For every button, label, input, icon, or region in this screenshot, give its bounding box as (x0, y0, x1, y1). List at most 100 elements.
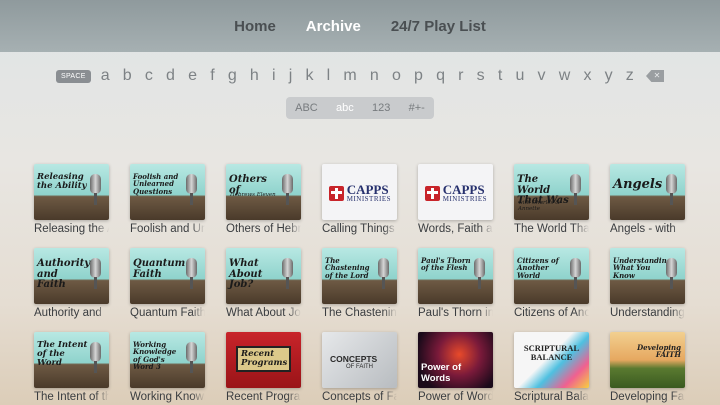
program-tile[interactable]: The Intent of the Word The Intent of the… (34, 332, 109, 403)
program-grid: Releasing the Ability Releasing the Abil… (34, 164, 686, 403)
program-title: Angels - with (610, 223, 676, 235)
key-m[interactable]: m (343, 67, 356, 85)
microphone-icon (282, 174, 293, 205)
program-tile[interactable]: What About Job? What About Job (226, 248, 301, 319)
key-u[interactable]: u (515, 67, 524, 85)
program-tile[interactable]: Recent Programs Recent Programs (226, 332, 301, 403)
program-tile[interactable]: Authority and Faith Authority and (34, 248, 109, 319)
program-thumbnail: CAPPS MINISTRIES (418, 164, 493, 220)
program-title: Citizens of Another World (514, 307, 589, 319)
program-thumbnail: Developing FAITH (610, 332, 685, 388)
key-n[interactable]: n (370, 67, 379, 85)
mode-lowercase[interactable]: abc (336, 102, 354, 114)
key-l[interactable]: l (327, 67, 331, 85)
program-title: Developing Faith (610, 391, 685, 403)
mode-symbols[interactable]: #+- (409, 102, 425, 114)
key-c[interactable]: c (145, 67, 153, 85)
microphone-icon (186, 174, 197, 205)
program-thumbnail: Power of Words (418, 332, 493, 388)
program-tile[interactable]: CAPPS MINISTRIES Words, Faith a (418, 164, 493, 235)
key-e[interactable]: e (188, 67, 197, 85)
program-tile[interactable]: Working Knowledge of God's Word 3 Workin… (130, 332, 205, 403)
thumbnail-title: Quantum Faith (133, 258, 186, 280)
thumbnail-subtitle: Hebrews Eleven (230, 192, 276, 198)
program-title: Recent Programs (226, 391, 301, 403)
program-title: Words, Faith a (418, 223, 493, 235)
key-i[interactable]: i (272, 67, 276, 85)
microphone-icon (186, 258, 197, 289)
program-tile[interactable]: Paul's Thorn of the Flesh Paul's Thorn i… (418, 248, 493, 319)
key-y[interactable]: y (605, 67, 613, 85)
key-t[interactable]: t (498, 67, 502, 85)
program-tile[interactable]: Quantum Faith Quantum Faith (130, 248, 205, 319)
letter-row: a b c d e f g h i j k l m n o p q r s t … (97, 67, 638, 85)
tab-archive[interactable]: Archive (306, 18, 361, 35)
key-r[interactable]: r (458, 67, 463, 85)
program-tile[interactable]: Releasing the Ability Releasing the Abil… (34, 164, 109, 235)
key-v[interactable]: v (538, 67, 546, 85)
key-a[interactable]: a (101, 67, 110, 85)
thumbnail-title: Understanding What You Know (613, 256, 672, 280)
key-f[interactable]: f (210, 67, 214, 85)
program-title: Understanding (610, 307, 685, 319)
thumbnail-title: Angels (613, 177, 663, 192)
key-d[interactable]: d (166, 67, 175, 85)
program-tile[interactable]: CONCEPTS OF FAITH Concepts of Faith (322, 332, 397, 403)
program-tile[interactable]: Angels Angels - with (610, 164, 685, 235)
key-b[interactable]: b (123, 67, 132, 85)
program-title: Foolish and Unlearned Questions (130, 223, 205, 235)
keyboard-mode-selector: ABC abc 123 #+- (286, 97, 434, 119)
key-g[interactable]: g (228, 67, 237, 85)
mode-numbers[interactable]: 123 (372, 102, 390, 114)
microphone-icon (378, 258, 389, 289)
program-tile[interactable]: CAPPS MINISTRIES Calling Things (322, 164, 397, 235)
tab-home[interactable]: Home (234, 18, 276, 35)
program-title: What About Job (226, 307, 301, 319)
program-thumbnail: CAPPS MINISTRIES (322, 164, 397, 220)
key-o[interactable]: o (392, 67, 401, 85)
key-q[interactable]: q (436, 67, 445, 85)
key-s[interactable]: s (477, 67, 485, 85)
program-tile[interactable]: Citizens of Another World Citizens of An… (514, 248, 589, 319)
key-k[interactable]: k (305, 67, 313, 85)
microphone-icon (570, 174, 581, 205)
key-h[interactable]: h (250, 67, 259, 85)
thumbnail-title: What About Job? (229, 258, 263, 290)
program-title: Concepts of Faith (322, 391, 397, 403)
key-w[interactable]: w (559, 67, 571, 85)
capps-ministries-logo: CAPPS MINISTRIES (329, 182, 391, 204)
thumbnail-title: The Intent of the Word (37, 340, 88, 368)
backspace-icon[interactable]: ✕ (646, 70, 664, 82)
microphone-icon (666, 258, 677, 289)
program-tile[interactable]: Power of Words Power of Words (418, 332, 493, 403)
program-title: The Intent of the Word (34, 391, 109, 403)
program-tile[interactable]: The World That Was with Charles & Annett… (514, 164, 589, 235)
microphone-icon (90, 342, 101, 373)
program-tile[interactable]: Developing FAITH Developing Faith (610, 332, 685, 403)
thumbnail-subtitle: OF FAITH (346, 364, 373, 370)
thumbnail-title: Releasing the Ability (37, 172, 87, 191)
key-j[interactable]: j (289, 67, 293, 85)
microphone-icon (570, 258, 581, 289)
program-thumbnail: The World That Was with Charles & Annett… (514, 164, 589, 220)
program-thumbnail: Quantum Faith (130, 248, 205, 304)
key-z[interactable]: z (626, 67, 634, 85)
tab-247-play-list[interactable]: 24/7 Play List (391, 18, 486, 35)
microphone-icon (474, 258, 485, 289)
cross-icon (425, 185, 440, 201)
program-thumbnail: Authority and Faith (34, 248, 109, 304)
microphone-icon (186, 342, 197, 373)
program-tile[interactable]: Understanding What You Know Understandin… (610, 248, 685, 319)
program-tile[interactable]: SCRIPTURAL BALANCE Scriptural Balance (514, 332, 589, 403)
program-tile[interactable]: Others of Hebrews Eleven Others of Hebre… (226, 164, 301, 235)
key-x[interactable]: x (583, 67, 591, 85)
program-thumbnail: Citizens of Another World (514, 248, 589, 304)
program-title: Others of Hebrews Eleven (226, 223, 301, 235)
program-tile[interactable]: The Chastening of the Lord The Chastenin… (322, 248, 397, 319)
mode-uppercase[interactable]: ABC (295, 102, 318, 114)
key-p[interactable]: p (414, 67, 423, 85)
program-thumbnail: Working Knowledge of God's Word 3 (130, 332, 205, 388)
logo-sub: MINISTRIES (442, 194, 487, 203)
space-key[interactable]: SPACE (56, 69, 91, 83)
program-tile[interactable]: Foolish and Unlearned Questions Foolish … (130, 164, 205, 235)
